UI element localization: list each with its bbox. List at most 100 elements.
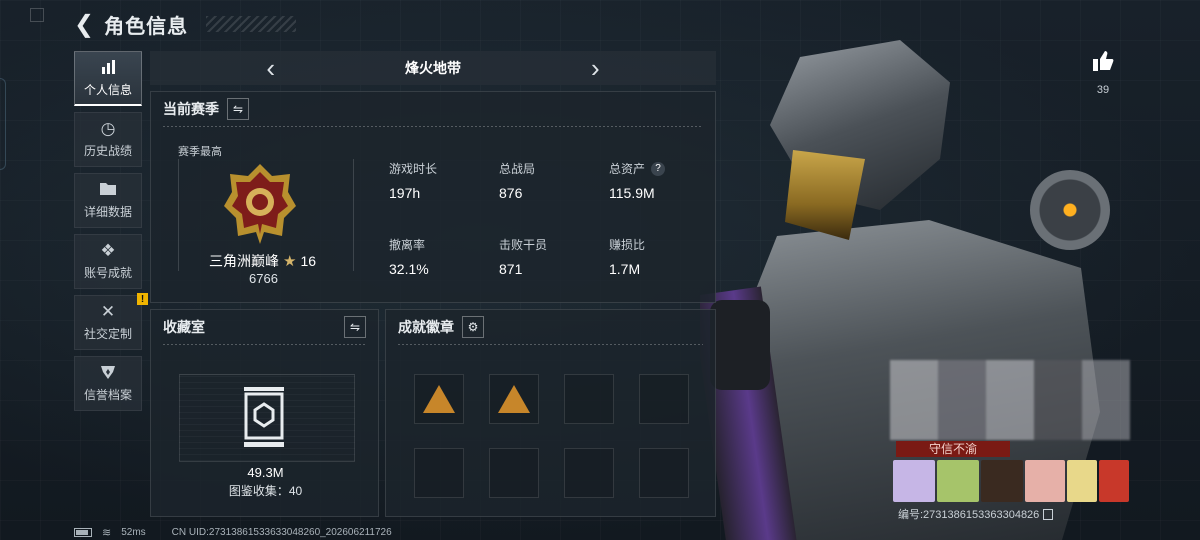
sidebar: 个人信息 ◷ 历史战绩 详细数据 ❖ 账号成就 ✕ 社交定制 ! 信誉档案 [74,51,148,417]
badge-slot[interactable] [564,374,614,424]
mode-prev-arrow-icon[interactable]: ‹ [266,55,275,81]
collection-value: 49.3M [247,465,284,480]
stat-label: 总资产 [609,162,646,176]
avatar[interactable] [1099,460,1129,502]
back-arrow-icon[interactable]: ❮ [74,10,94,39]
sidebar-item-label: 信誉档案 [83,388,132,402]
badge-slot[interactable] [489,374,539,424]
avatar[interactable] [1067,460,1097,502]
sidebar-item-label: 详细数据 [83,205,132,219]
panel-title: 收藏室 [163,319,205,335]
corner-marker [30,8,44,22]
shield-icon [100,364,116,382]
stat-label: 游戏时长 [389,162,438,176]
sidebar-item-social[interactable]: ✕ 社交定制 ! [74,293,148,350]
stat-label: 击败干员 [499,238,548,252]
rank-stars: 16 [300,253,317,269]
badge-slot[interactable] [489,448,539,498]
notification-badge: ! [137,293,148,305]
achievement-badges-panel: 成就徽章 ⚙ [385,309,716,517]
sidebar-item-detailed-data[interactable]: 详细数据 [74,173,142,228]
rifle-scope [710,300,770,390]
status-bar: ≋ 52ms CN UID:27313861533633048260_20260… [74,526,392,539]
stat-value: 197h [389,185,421,201]
badge-slot[interactable] [414,448,464,498]
season-best-label: 赛季最高 [178,146,222,158]
wifi-icon: ≋ [102,527,112,539]
character-visor [785,150,865,240]
settings-gear-icon[interactable]: ⚙ [462,316,484,338]
diamond-icon: ❖ [100,241,116,260]
divider [163,126,703,127]
sidebar-item-history[interactable]: ◷ 历史战绩 [74,112,142,167]
sidebar-item-label: 个人信息 [83,82,132,97]
battery-icon [74,528,92,537]
collection-panel[interactable]: 收藏室 ⇋ 49.3M 图鉴收集：40 [150,309,379,517]
bar-chart-icon [100,59,116,77]
sidebar-item-label: 社交定制 [83,327,132,341]
badge-slot[interactable] [639,448,689,498]
folder-icon [99,181,117,199]
uid-text: CN UID:27313861533633048260_202606211726 [171,527,392,538]
stat-profit-loss: 赚损比 1.7M [609,236,645,277]
sidebar-item-personal-info[interactable]: 个人信息 [74,51,142,106]
divider [163,344,366,345]
mode-name: 烽火地带 [405,60,461,76]
stat-total-assets: 总资产 ? 115.9M [609,160,666,201]
player-id-text: 编号:2731386153363304826 [898,509,1040,521]
clock-icon: ◷ [100,119,116,138]
sidebar-item-reputation[interactable]: 信誉档案 [74,356,142,411]
triangle-badge-icon [498,385,530,413]
sidebar-item-label: 账号成就 [83,266,132,280]
stat-value: 32.1% [389,261,429,277]
badge-slot[interactable] [564,448,614,498]
rank-name: 三角洲巅峰 [209,253,279,269]
player-motto: 守信不渝 [896,441,1010,457]
avatar[interactable] [893,460,935,502]
help-icon[interactable]: ? [651,161,666,176]
like-widget: 39 [1090,50,1116,96]
badge-grid [414,374,689,498]
player-id: 编号:2731386153363304826 [898,506,1054,522]
rank-emblem-icon [224,164,296,244]
avatar[interactable] [937,460,979,502]
star-icon: ★ [283,253,297,270]
ping: 52ms [121,527,146,538]
badge-slot[interactable] [639,374,689,424]
stat-value: 115.9M [609,185,655,201]
sidebar-item-achievements[interactable]: ❖ 账号成就 [74,234,142,289]
censored-area [890,360,1130,440]
page-title: 角色信息 [104,15,189,38]
title-decoration [206,16,297,32]
like-count: 39 [1096,84,1110,96]
stat-extraction-rate: 撤离率 32.1% [389,236,429,277]
collection-count: 图鉴收集：40 [228,484,303,498]
avatar[interactable] [981,460,1023,502]
stat-label: 总战局 [499,162,536,176]
stat-label: 赚损比 [609,238,646,252]
mode-selector: ‹ 烽火地带 › [150,51,716,85]
stat-value: 871 [499,261,523,277]
thumbs-up-icon[interactable] [1090,50,1116,78]
shoulder-drone [1030,170,1110,250]
badge-slot[interactable] [414,374,464,424]
stat-total-matches: 总战局 876 [499,160,535,201]
swap-icon[interactable]: ⇋ [344,316,366,338]
vault-icon [244,387,284,447]
avatar[interactable] [1025,460,1065,502]
rank-title: 三角洲巅峰 ★ 16 [209,251,316,271]
rank-score: 6766 [249,271,278,286]
copy-icon[interactable] [1043,508,1054,520]
divider [398,344,703,345]
stat-operators-defeated: 击败干员 871 [499,236,547,277]
page-header: ❮ 角色信息 [74,10,297,39]
panel-title: 当前赛季 [163,101,219,117]
swap-icon[interactable]: ⇋ [227,98,249,120]
stat-value: 1.7M [609,261,641,277]
stat-label: 撤离率 [389,238,426,252]
left-edge-handle[interactable] [0,78,6,170]
tools-icon: ✕ [100,302,116,321]
mode-next-arrow-icon[interactable]: › [591,55,600,81]
stat-play-time: 游戏时长 197h [389,160,437,201]
team-avatars[interactable] [893,460,1129,502]
